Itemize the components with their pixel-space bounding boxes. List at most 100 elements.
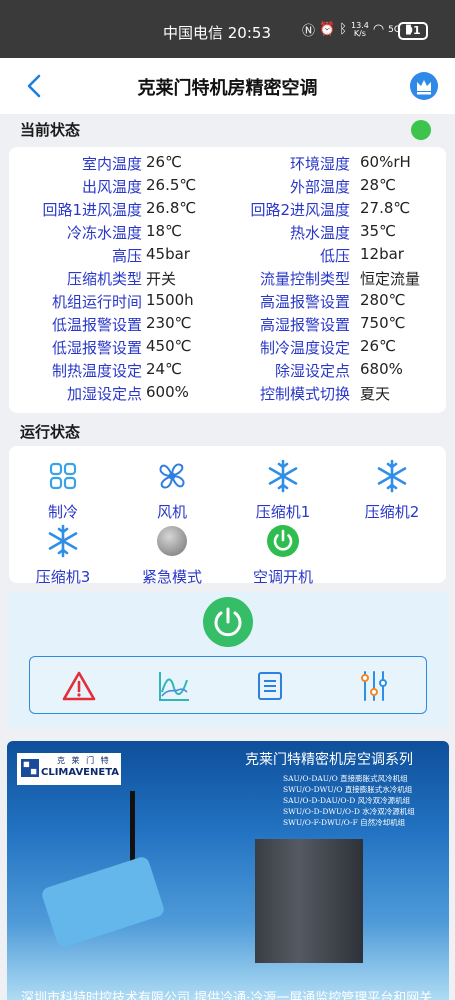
run-item-cooling[interactable]: 制冷 <box>13 458 113 522</box>
ac-cabinet-image <box>255 839 363 963</box>
param-label: 室内温度 <box>81 155 142 173</box>
param-value: 35℃ <box>360 222 396 240</box>
param-value: 开关 <box>146 270 177 288</box>
run-item-label: 压缩机1 <box>255 503 311 521</box>
speed-unit: K/s <box>353 28 366 38</box>
param-value: 600% <box>146 383 189 401</box>
param-value: 450℃ <box>146 337 192 355</box>
status-indicator <box>411 120 431 140</box>
param-label: 低温报警设置 <box>51 316 142 334</box>
param-label: 制冷温度设定 <box>259 339 350 357</box>
run-item-compressor-1[interactable]: 压缩机1 <box>233 458 333 522</box>
logo-mark-icon <box>21 759 39 777</box>
param-value: 680% <box>360 360 403 378</box>
run-item-compressor-3[interactable]: 压缩机3 <box>13 523 113 587</box>
run-item-label: 压缩机3 <box>35 568 91 586</box>
param-value: 26.5℃ <box>146 176 197 194</box>
param-label: 低压 <box>319 247 350 265</box>
param-row: 冷冻水温度 18℃ 热水温度 35℃ <box>9 220 446 243</box>
run-item-emergency-mode[interactable]: 紧急模式 <box>122 523 222 587</box>
banner-line: SAU/O-DAU/O 直接膨胀式风冷机组 <box>283 774 408 783</box>
power-icon <box>267 525 299 557</box>
gray-circle-icon <box>157 526 187 556</box>
param-row: 制热温度设定 24℃ 除湿设定点 680% <box>9 358 446 381</box>
settings-sliders-icon[interactable] <box>356 668 392 704</box>
run-item-label: 紧急模式 <box>141 568 202 586</box>
param-value: 26℃ <box>146 153 182 171</box>
param-row: 机组运行时间 1500h 高温报警设置 280℃ <box>9 289 446 312</box>
snowflake-icon <box>377 459 407 493</box>
banner-footer: 深圳市科特时控技术有限公司 提供冷通·冷源一屏通监控管理平台和网关 <box>21 991 433 1000</box>
param-value: 27.8℃ <box>360 199 411 217</box>
param-label: 流量控制类型 <box>259 270 350 288</box>
alarm-icon[interactable] <box>61 668 97 704</box>
app-header: 克莱门特机房精密空调 <box>0 58 455 114</box>
chart-icon[interactable] <box>156 668 192 704</box>
param-row: 室内温度 26℃ 环境湿度 60%rH <box>9 151 446 174</box>
run-item-label: 制冷 <box>47 503 78 521</box>
param-row: 高压 45bar 低压 12bar <box>9 243 446 266</box>
alarm-clock-icon: ⏰ <box>319 22 336 37</box>
battery-icon: 91 <box>398 22 428 40</box>
banner-product-list: SAU/O-DAU/O 直接膨胀式风冷机组 SWU/O-DWU/O 直接膨胀式水… <box>283 773 415 828</box>
param-label: 出风温度 <box>81 178 142 196</box>
param-value: 45bar <box>146 245 190 263</box>
run-item-fan[interactable]: 风机 <box>122 458 222 522</box>
system-status-bar: 中国电信 20:53 Ⓝ ⏰ ᛒ 13.4 K/s ◠ 5G ▮ 91 <box>0 0 455 58</box>
wifi-icon: ◠ <box>372 22 385 37</box>
param-label: 控制模式切换 <box>259 385 350 403</box>
param-value: 1500h <box>146 291 194 309</box>
run-item-label: 压缩机2 <box>364 503 420 521</box>
param-label: 冷冻水温度 <box>66 224 142 242</box>
param-label: 热水温度 <box>289 224 350 242</box>
page-title: 克莱门特机房精密空调 <box>137 78 318 99</box>
banner-line: SWU/O-DWU/O 直接膨胀式水冷机组 <box>283 785 413 794</box>
crown-icon[interactable] <box>410 72 438 100</box>
bluetooth-icon: ᛒ <box>339 22 348 37</box>
current-status-label: 当前状态 <box>20 121 81 139</box>
snowflake-icon <box>48 524 78 558</box>
running-status-card: 制冷 风机 压缩机1 压缩机2 压缩机3 紧急模式 空调开机 <box>9 446 446 586</box>
params-card: 室内温度 26℃ 环境湿度 60%rH 出风温度 26.5℃ 外部温度 28℃ … <box>9 147 446 413</box>
param-label: 压缩机类型 <box>66 270 142 288</box>
param-label: 外部温度 <box>289 178 350 196</box>
param-label: 机组运行时间 <box>51 293 142 311</box>
running-status-label: 运行状态 <box>20 423 81 441</box>
param-value: 24℃ <box>146 360 182 378</box>
param-value: 750℃ <box>360 314 406 332</box>
param-label: 回路1进风温度 <box>42 201 142 219</box>
param-label: 高湿报警设置 <box>259 316 350 334</box>
param-value: 26.8℃ <box>146 199 197 217</box>
power-button[interactable] <box>203 597 253 647</box>
brand-logo: 克 莱 门 特 CLIMAVENETA <box>17 753 121 785</box>
network-speed: 13.4 K/s <box>351 21 369 38</box>
param-label: 加湿设定点 <box>66 385 142 403</box>
banner-line: SAU/O-D-DAU/O-D 风冷双冷源机组 <box>283 796 411 805</box>
param-value: 恒定流量 <box>360 270 421 288</box>
product-banner[interactable]: 克 莱 门 特 CLIMAVENETA 克莱门特精密机房空调系列 SAU/O-D… <box>7 741 449 1000</box>
nfc-icon: Ⓝ <box>302 24 316 39</box>
param-value: 230℃ <box>146 314 192 332</box>
banner-line: SWU/O-D-DWU/O-D 水冷双冷源机组 <box>283 807 415 816</box>
param-row: 低湿报警设置 450℃ 制冷温度设定 26℃ <box>9 335 446 358</box>
param-value: 26℃ <box>360 337 396 355</box>
param-label: 除湿设定点 <box>274 362 350 380</box>
grid-icon <box>49 462 77 490</box>
power-icon <box>214 607 242 637</box>
system-icons: Ⓝ ⏰ ᛒ 13.4 K/s ◠ 5G ▮ <box>302 20 412 39</box>
param-label: 制热温度设定 <box>51 362 142 380</box>
param-value: 12bar <box>360 245 404 263</box>
snowflake-icon <box>268 459 298 493</box>
param-row: 回路1进风温度 26.8℃ 回路2进风温度 27.8℃ <box>9 197 446 220</box>
run-item-label: 空调开机 <box>252 568 313 586</box>
param-row: 加湿设定点 600% 控制模式切换 夏天 <box>9 381 446 404</box>
param-row: 低温报警设置 230℃ 高湿报警设置 750℃ <box>9 312 446 335</box>
param-label: 高压 <box>111 247 142 265</box>
param-label: 高温报警设置 <box>259 293 350 311</box>
run-item-compressor-2[interactable]: 压缩机2 <box>342 458 442 522</box>
param-label: 回路2进风温度 <box>250 201 350 219</box>
run-item-ac-power-on[interactable]: 空调开机 <box>233 523 333 587</box>
list-icon[interactable] <box>252 668 288 704</box>
fan-icon <box>159 463 185 489</box>
logo-cn-text: 克 莱 门 特 <box>57 756 111 765</box>
